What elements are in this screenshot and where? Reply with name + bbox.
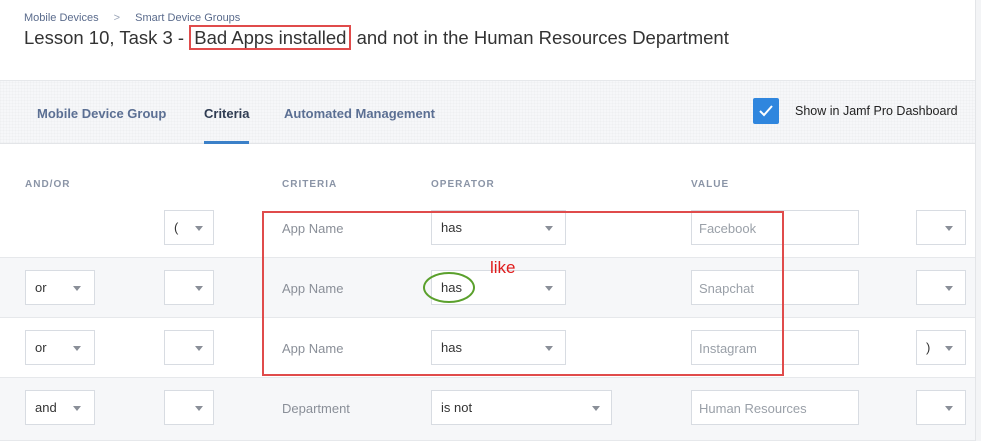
dashboard-checkbox[interactable] xyxy=(753,98,779,124)
tab-automated-management[interactable]: Automated Management xyxy=(284,106,435,121)
chevron-down-icon xyxy=(592,406,600,411)
close-paren-select[interactable] xyxy=(916,210,966,245)
breadcrumb-chevron-icon: > xyxy=(113,12,121,24)
chevron-down-icon xyxy=(195,226,203,231)
open-paren-select[interactable]: ( xyxy=(164,210,214,245)
close-paren-value: ) xyxy=(926,340,931,355)
title-prefix: Lesson 10, Task 3 - xyxy=(24,27,190,48)
open-paren-select[interactable] xyxy=(164,270,214,305)
value-text: Human Resources xyxy=(699,401,807,416)
chevron-down-icon xyxy=(945,346,953,351)
andor-select[interactable]: and xyxy=(25,390,95,425)
highlight-oval xyxy=(423,272,475,303)
chevron-down-icon xyxy=(73,286,81,291)
page-title: Lesson 10, Task 3 - Bad Apps installed a… xyxy=(24,25,729,50)
close-paren-select[interactable]: ) xyxy=(916,330,966,365)
operator-value: is not xyxy=(441,400,473,415)
chevron-down-icon xyxy=(73,406,81,411)
criteria-name: Department xyxy=(282,401,350,416)
tab-criteria[interactable]: Criteria xyxy=(204,106,250,121)
highlight-rectangle xyxy=(262,211,784,376)
chevron-down-icon xyxy=(195,406,203,411)
andor-select[interactable]: or xyxy=(25,270,95,305)
title-highlight: Bad Apps installed xyxy=(189,25,352,50)
dashboard-label: Show in Jamf Pro Dashboard xyxy=(795,104,958,118)
chevron-down-icon xyxy=(73,346,81,351)
value-input[interactable]: Human Resources xyxy=(691,390,859,425)
title-suffix: and not in the Human Resources Departmen… xyxy=(351,27,729,48)
open-paren-value: ( xyxy=(174,220,179,235)
page-header: Mobile Devices > Smart Device Groups Les… xyxy=(0,0,981,80)
active-tab-indicator xyxy=(204,141,249,144)
checkmark-icon xyxy=(759,105,773,117)
andor-select[interactable]: or xyxy=(25,330,95,365)
andor-value: or xyxy=(35,280,47,295)
window-edge xyxy=(975,0,981,441)
chevron-down-icon xyxy=(945,286,953,291)
breadcrumb: Mobile Devices > Smart Device Groups xyxy=(24,12,240,24)
open-paren-select[interactable] xyxy=(164,390,214,425)
operator-select[interactable]: is not xyxy=(431,390,612,425)
tab-bar: Mobile Device Group Criteria Automated M… xyxy=(0,80,975,144)
chevron-down-icon xyxy=(195,346,203,351)
column-header-operator: OPERATOR xyxy=(431,179,495,190)
column-header-value: VALUE xyxy=(691,179,730,190)
breadcrumb-smart-device-groups[interactable]: Smart Device Groups xyxy=(135,12,240,24)
close-paren-select[interactable] xyxy=(916,390,966,425)
open-paren-select[interactable] xyxy=(164,330,214,365)
criteria-row: and Department is not Human Resources xyxy=(0,378,975,441)
chevron-down-icon xyxy=(945,226,953,231)
tab-mobile-device-group[interactable]: Mobile Device Group xyxy=(37,106,166,121)
andor-value: and xyxy=(35,400,57,415)
chevron-down-icon xyxy=(195,286,203,291)
annotation-note: like xyxy=(490,258,516,277)
close-paren-select[interactable] xyxy=(916,270,966,305)
breadcrumb-mobile-devices[interactable]: Mobile Devices xyxy=(24,12,99,24)
chevron-down-icon xyxy=(945,406,953,411)
andor-value: or xyxy=(35,340,47,355)
column-header-andor: AND/OR xyxy=(25,179,71,190)
column-header-criteria: CRITERIA xyxy=(282,179,338,190)
